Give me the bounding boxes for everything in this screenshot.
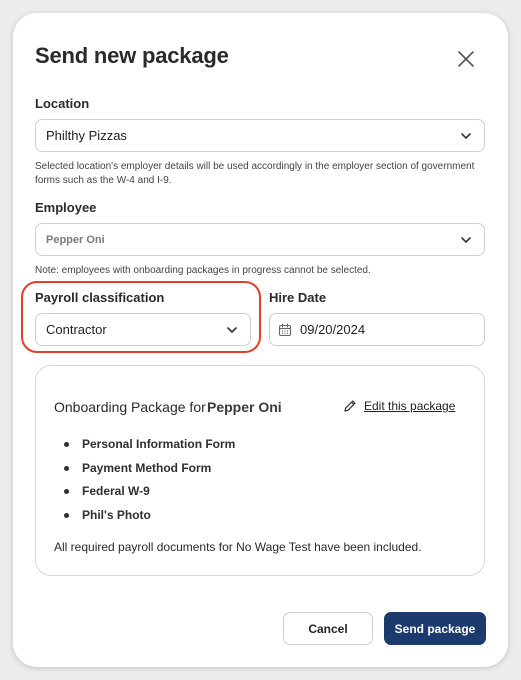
onboarding-package-card: Onboarding Package for Pepper Oni Edit t… xyxy=(35,365,485,576)
list-item: Federal W-9 xyxy=(64,483,235,507)
edit-package-link[interactable]: Edit this package xyxy=(342,398,455,414)
employee-help-text: Note: employees with onboarding packages… xyxy=(35,265,371,276)
employee-value: Pepper Oni xyxy=(46,233,105,246)
payroll-classification-label: Payroll classification xyxy=(35,290,165,305)
chevron-down-icon xyxy=(461,133,471,139)
hire-date-field[interactable] xyxy=(269,313,485,346)
send-package-modal: Send new package Location Philthy Pizzas… xyxy=(13,13,508,667)
hire-date-input[interactable] xyxy=(300,322,460,337)
location-help-text: Selected location's employer details wil… xyxy=(35,161,475,186)
chevron-down-icon xyxy=(461,237,471,243)
package-employee-name: Pepper Oni xyxy=(207,399,282,415)
employee-select[interactable]: Pepper Oni xyxy=(35,223,485,256)
pencil-icon xyxy=(344,400,356,412)
list-item: Personal Information Form xyxy=(64,436,235,460)
edit-package-label: Edit this package xyxy=(364,399,456,413)
chevron-down-icon xyxy=(227,327,237,333)
close-icon[interactable] xyxy=(455,48,477,70)
list-item: Phil's Photo xyxy=(64,507,235,531)
location-select[interactable]: Philthy Pizzas xyxy=(35,119,485,152)
payroll-classification-value: Contractor xyxy=(46,322,107,337)
calendar-icon[interactable] xyxy=(278,322,292,337)
package-footer-note: All required payroll documents for No Wa… xyxy=(54,540,422,554)
send-package-button[interactable]: Send package xyxy=(384,612,486,645)
modal-title: Send new package xyxy=(35,43,229,68)
payroll-classification-select[interactable]: Contractor xyxy=(35,313,251,346)
employee-label: Employee xyxy=(35,200,97,215)
cancel-button[interactable]: Cancel xyxy=(283,612,373,645)
location-label: Location xyxy=(35,96,90,111)
document-list: Personal Information Form Payment Method… xyxy=(64,436,235,530)
location-value: Philthy Pizzas xyxy=(46,128,127,143)
hire-date-label: Hire Date xyxy=(269,290,327,305)
package-title: Onboarding Package for xyxy=(54,399,206,415)
list-item: Payment Method Form xyxy=(64,460,235,484)
